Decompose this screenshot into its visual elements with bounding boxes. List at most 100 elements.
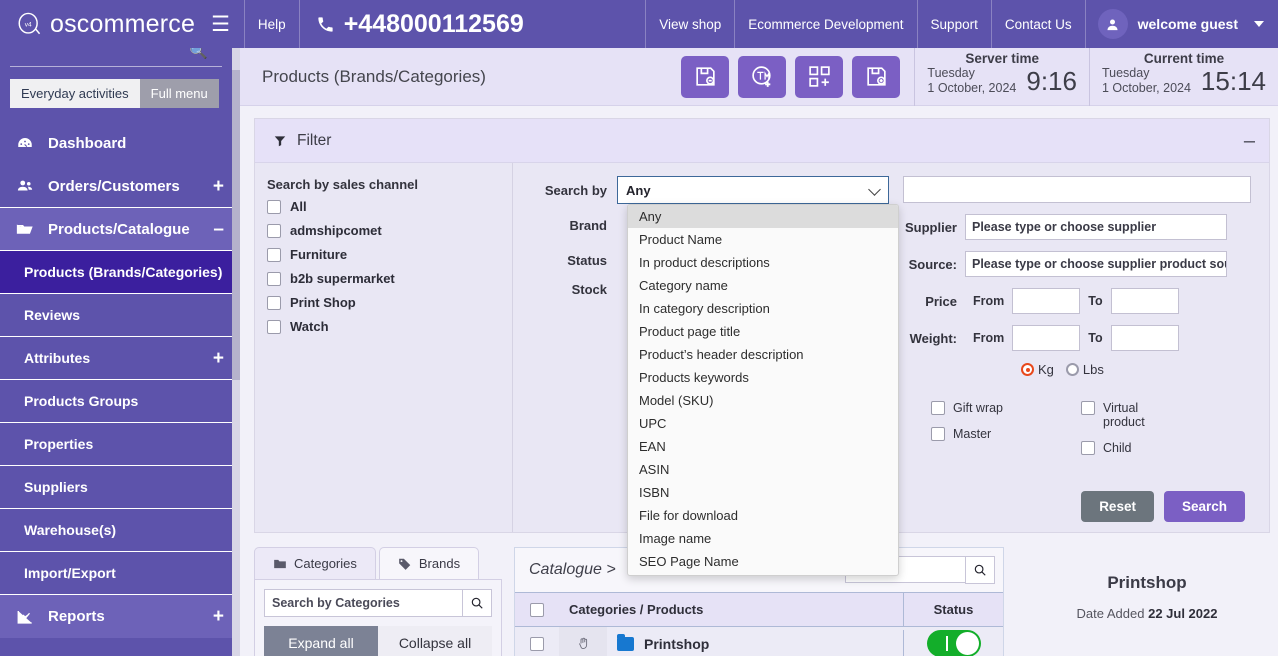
sidebar-search-stub[interactable]: 🔍: [0, 48, 240, 70]
dropdown-option[interactable]: Product Name: [628, 228, 898, 251]
dropdown-option[interactable]: Any: [628, 205, 898, 228]
checkbox[interactable]: [267, 271, 281, 286]
dropdown-option[interactable]: Product’s header description: [628, 343, 898, 366]
tab-brands[interactable]: Brands: [378, 547, 480, 579]
checkbox[interactable]: [931, 401, 945, 415]
dropdown-option[interactable]: ISBN: [628, 481, 898, 504]
search-button[interactable]: Search: [1163, 491, 1245, 522]
breadcrumb[interactable]: Catalogue >: [529, 561, 616, 579]
select-all-cell[interactable]: [515, 593, 559, 626]
checkbox[interactable]: [530, 602, 544, 617]
sidebar-item-products-groups[interactable]: Products Groups: [0, 380, 240, 423]
price-from-input[interactable]: [1012, 288, 1081, 314]
checkbox[interactable]: [1081, 401, 1095, 415]
sidebar-item-suppliers[interactable]: Suppliers: [0, 466, 240, 509]
dropdown-option[interactable]: File for download: [628, 504, 898, 527]
dropdown-option[interactable]: Products keywords: [628, 366, 898, 389]
filter-header[interactable]: Filter –: [255, 119, 1269, 163]
nav-help[interactable]: Help: [245, 0, 299, 48]
row-name-cell[interactable]: Printshop: [607, 633, 903, 652]
checkbox[interactable]: [530, 636, 544, 651]
checkbox[interactable]: [267, 223, 281, 238]
nav-view-shop[interactable]: View shop: [646, 0, 734, 48]
reset-button[interactable]: Reset: [1081, 491, 1154, 522]
checkbox-master[interactable]: Master: [931, 427, 1081, 441]
checkbox[interactable]: [267, 199, 281, 214]
checkbox-virtual-product[interactable]: Virtual product: [1081, 401, 1231, 429]
expand-all-button[interactable]: Expand all: [264, 626, 378, 656]
support-phone[interactable]: +448000112569: [300, 0, 540, 48]
collapse-all-button[interactable]: Collapse all: [378, 626, 492, 656]
weight-from-input[interactable]: [1012, 325, 1081, 351]
price-to-input[interactable]: [1110, 288, 1179, 314]
sidebar-item-attributes[interactable]: Attributes +: [0, 337, 240, 380]
sidebar-item-warehouses[interactable]: Warehouse(s): [0, 509, 240, 552]
tab-categories[interactable]: Categories: [254, 547, 376, 579]
dropdown-option[interactable]: Model (SKU): [628, 389, 898, 412]
search-icon[interactable]: 🔍: [189, 48, 208, 60]
radio-lbs[interactable]: [1065, 363, 1079, 376]
sales-channel-b2b-supermarket[interactable]: b2b supermarket: [267, 271, 502, 286]
dropdown-option[interactable]: UPC: [628, 412, 898, 435]
nav-contact-us[interactable]: Contact Us: [992, 0, 1085, 48]
sidebar-item-import-export[interactable]: Import/Export: [0, 552, 240, 595]
dropdown-option[interactable]: In product descriptions: [628, 251, 898, 274]
expand-plus-icon[interactable]: +: [213, 177, 224, 196]
dropdown-option[interactable]: In category description: [628, 297, 898, 320]
sidebar-item-dashboard[interactable]: Dashboard: [0, 122, 240, 165]
search-by-dropdown-list[interactable]: Any Product Name In product descriptions…: [627, 204, 899, 576]
dropdown-option[interactable]: EAN: [628, 435, 898, 458]
weight-to-input[interactable]: [1110, 325, 1179, 351]
collapse-minus-icon[interactable]: –: [213, 220, 224, 239]
keyword-input[interactable]: [903, 176, 1251, 203]
table-row[interactable]: Printshop: [515, 626, 1003, 656]
sidebar-item-properties[interactable]: Properties: [0, 423, 240, 466]
sidebar-item-products-brands-categories[interactable]: Products (Brands/Categories): [0, 251, 240, 294]
expand-plus-icon[interactable]: +: [213, 607, 224, 626]
user-menu[interactable]: welcome guest: [1086, 0, 1278, 48]
sales-channel-furniture[interactable]: Furniture: [267, 247, 502, 262]
checkbox-child[interactable]: Child: [1081, 441, 1231, 455]
row-drag-handle[interactable]: [559, 626, 607, 656]
checkbox[interactable]: [931, 427, 945, 441]
dropdown-option[interactable]: Category name: [628, 274, 898, 297]
sidebar-item-reports[interactable]: Reports +: [0, 595, 240, 638]
trademark-plus-icon[interactable]: [738, 55, 787, 98]
sidebar-item-products-catalogue[interactable]: Products/Catalogue –: [0, 208, 240, 251]
sidebar-scrollbar[interactable]: [232, 48, 240, 656]
sidebar-item-orders-customers[interactable]: Orders/Customers +: [0, 165, 240, 208]
supplier-input[interactable]: Please type or choose supplier: [965, 214, 1227, 240]
checkbox-gift-wrap[interactable]: Gift wrap: [931, 401, 1081, 415]
brand-logo-area[interactable]: v4 oscommerce ☰: [0, 0, 244, 48]
dropdown-option[interactable]: Image name: [628, 527, 898, 550]
full-menu-button[interactable]: Full menu: [139, 79, 219, 108]
checkbox[interactable]: [1081, 441, 1095, 455]
dropdown-option[interactable]: ASIN: [628, 458, 898, 481]
nav-ecommerce-development[interactable]: Ecommerce Development: [735, 0, 916, 48]
dropdown-option[interactable]: SEO Page Name: [628, 550, 898, 573]
search-categories-button[interactable]: [462, 589, 492, 617]
sales-channel-admshipcomet[interactable]: admshipcomet: [267, 223, 502, 238]
checkbox[interactable]: [267, 295, 281, 310]
box-plus-icon[interactable]: [852, 55, 901, 98]
source-input[interactable]: Please type or choose supplier product s…: [965, 251, 1227, 277]
radio-kg[interactable]: [1021, 363, 1034, 376]
dropdown-option[interactable]: Product page title: [628, 320, 898, 343]
grid-plus-icon[interactable]: [795, 55, 844, 98]
row-checkbox-cell[interactable]: [515, 636, 559, 651]
expand-plus-icon[interactable]: +: [213, 349, 224, 368]
checkbox[interactable]: [267, 319, 281, 334]
box-minus-icon[interactable]: [681, 55, 730, 98]
search-categories-input[interactable]: [264, 589, 462, 617]
sidebar-item-reviews[interactable]: Reviews: [0, 294, 240, 337]
row-status-cell[interactable]: [903, 630, 1003, 656]
column-status[interactable]: Status: [903, 593, 1003, 626]
column-categories-products[interactable]: Categories / Products: [559, 593, 903, 626]
sales-channel-all[interactable]: All: [267, 199, 502, 214]
sales-channel-print-shop[interactable]: Print Shop: [267, 295, 502, 310]
everyday-activities-button[interactable]: Everyday activities: [10, 79, 140, 108]
checkbox[interactable]: [267, 247, 281, 262]
collapse-minus-icon[interactable]: –: [1244, 131, 1255, 151]
hamburger-icon[interactable]: ☰: [211, 14, 230, 35]
sidebar-scrollbar-thumb[interactable]: [232, 70, 240, 380]
